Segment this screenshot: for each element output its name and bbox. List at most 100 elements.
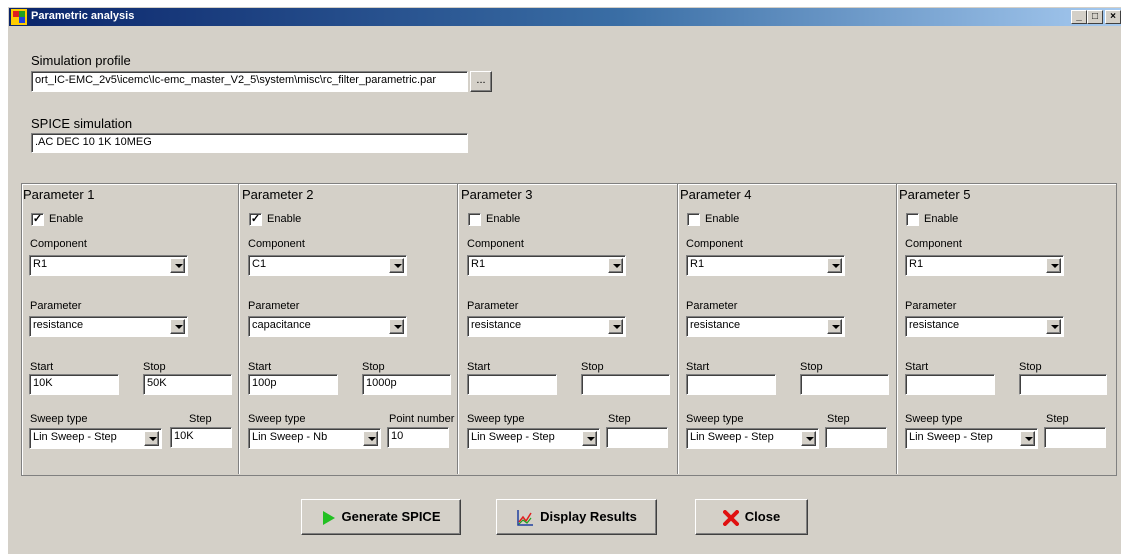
parameter-title: Parameter 2	[242, 187, 314, 202]
simulation-profile-input[interactable]: ort_IC-EMC_2v5\icemc\Ic-emc_master_V2_5\…	[31, 71, 468, 92]
component-select[interactable]: R1	[467, 255, 626, 276]
chevron-down-icon[interactable]	[363, 431, 378, 446]
step-input[interactable]	[1044, 427, 1106, 448]
stop-label: Stop	[143, 361, 166, 373]
close-button[interactable]: Close	[695, 499, 808, 535]
stop-label: Stop	[1019, 361, 1042, 373]
component-select[interactable]: C1	[248, 255, 407, 276]
display-results-label: Display Results	[540, 509, 637, 524]
parameter-label: Parameter	[905, 300, 957, 312]
minimize-button[interactable]: _	[1071, 10, 1087, 24]
enable-label: Enable	[705, 213, 740, 225]
start-input[interactable]: 100p	[248, 374, 338, 395]
chevron-down-icon[interactable]	[389, 258, 404, 273]
enable-checkbox[interactable]	[687, 213, 700, 226]
step-label: Step	[189, 413, 212, 425]
chevron-down-icon[interactable]	[1046, 258, 1061, 273]
sweep-type-select[interactable]: Lin Sweep - Step	[467, 428, 600, 449]
parameter-title: Parameter 5	[899, 187, 971, 202]
enable-checkbox[interactable]: ✓	[31, 213, 44, 226]
chevron-down-icon[interactable]	[827, 319, 842, 334]
enable-label: Enable	[486, 213, 521, 225]
parametric-analysis-window: Parametric analysis _ □ × Simulation pro…	[8, 7, 1121, 554]
generate-spice-button[interactable]: Generate SPICE	[301, 499, 461, 535]
parameter-value: resistance	[909, 319, 960, 331]
sweep-type-value: Lin Sweep - Nb	[252, 431, 328, 443]
sweep-type-value: Lin Sweep - Step	[690, 431, 774, 443]
start-input[interactable]	[686, 374, 776, 395]
parameter-select[interactable]: resistance	[686, 316, 845, 337]
parameter-select[interactable]: resistance	[467, 316, 626, 337]
parameter-select[interactable]: resistance	[905, 316, 1064, 337]
component-select[interactable]: R1	[686, 255, 845, 276]
stop-input[interactable]	[581, 374, 670, 395]
component-value: R1	[690, 258, 705, 270]
stop-input[interactable]: 1000p	[362, 374, 451, 395]
title-bar[interactable]: Parametric analysis _ □ ×	[9, 8, 1121, 26]
chevron-down-icon[interactable]	[170, 319, 185, 334]
enable-label: Enable	[924, 213, 959, 225]
chevron-down-icon[interactable]	[1020, 431, 1035, 446]
start-input[interactable]	[467, 374, 557, 395]
step-label: Step	[827, 413, 850, 425]
parameter-value: resistance	[471, 319, 522, 331]
step-input[interactable]: 10K	[170, 427, 232, 448]
stop-input[interactable]: 50K	[143, 374, 232, 395]
parameter-title: Parameter 4	[680, 187, 752, 202]
parameter-select[interactable]: resistance	[29, 316, 188, 337]
sweep-type-label: Sweep type	[248, 413, 306, 425]
parameter-label: Parameter	[467, 300, 519, 312]
start-label: Start	[467, 361, 491, 373]
component-label: Component	[248, 238, 305, 250]
point-number-input[interactable]: 10	[387, 427, 449, 448]
step-input[interactable]	[825, 427, 887, 448]
step-input[interactable]	[606, 427, 668, 448]
sweep-type-select[interactable]: Lin Sweep - Nb	[248, 428, 381, 449]
enable-label: Enable	[267, 213, 302, 225]
chevron-down-icon[interactable]	[608, 319, 623, 334]
component-label: Component	[467, 238, 524, 250]
start-label: Start	[30, 361, 54, 373]
close-label: Close	[744, 509, 781, 524]
enable-checkbox[interactable]	[468, 213, 481, 226]
divider	[238, 184, 240, 474]
stop-input[interactable]	[800, 374, 889, 395]
divider	[677, 184, 679, 474]
component-select[interactable]: R1	[905, 255, 1064, 276]
chevron-down-icon[interactable]	[582, 431, 597, 446]
sweep-type-select[interactable]: Lin Sweep - Step	[29, 428, 162, 449]
chevron-down-icon[interactable]	[144, 431, 159, 446]
chevron-down-icon[interactable]	[170, 258, 185, 273]
chevron-down-icon[interactable]	[827, 258, 842, 273]
spice-simulation-input[interactable]: .AC DEC 10 1K 10MEG	[31, 133, 468, 153]
sweep-type-select[interactable]: Lin Sweep - Step	[905, 428, 1038, 449]
enable-checkbox[interactable]: ✓	[249, 213, 262, 226]
chevron-down-icon[interactable]	[1046, 319, 1061, 334]
parameter-select[interactable]: capacitance	[248, 316, 407, 337]
start-input[interactable]	[905, 374, 995, 395]
stop-label: Stop	[581, 361, 604, 373]
browse-button[interactable]: ...	[470, 71, 492, 92]
chevron-down-icon[interactable]	[389, 319, 404, 334]
sweep-type-label: Sweep type	[905, 413, 963, 425]
parameter-title: Parameter 1	[23, 187, 95, 202]
sweep-type-select[interactable]: Lin Sweep - Step	[686, 428, 819, 449]
sweep-type-value: Lin Sweep - Step	[33, 431, 117, 443]
red-x-icon	[722, 509, 739, 526]
stop-input[interactable]	[1019, 374, 1107, 395]
component-select[interactable]: R1	[29, 255, 188, 276]
sweep-type-label: Sweep type	[30, 413, 88, 425]
close-window-button[interactable]: ×	[1105, 10, 1121, 24]
spice-simulation-label: SPICE simulation	[31, 116, 133, 131]
display-results-button[interactable]: Display Results	[496, 499, 657, 535]
maximize-button[interactable]: □	[1087, 10, 1103, 24]
enable-checkbox[interactable]	[906, 213, 919, 226]
start-input[interactable]: 10K	[29, 374, 119, 395]
parameter-label: Parameter	[686, 300, 738, 312]
chevron-down-icon[interactable]	[801, 431, 816, 446]
parameter-value: capacitance	[252, 319, 311, 331]
stop-label: Stop	[362, 361, 385, 373]
enable-label: Enable	[49, 213, 84, 225]
chevron-down-icon[interactable]	[608, 258, 623, 273]
stop-label: Stop	[800, 361, 823, 373]
